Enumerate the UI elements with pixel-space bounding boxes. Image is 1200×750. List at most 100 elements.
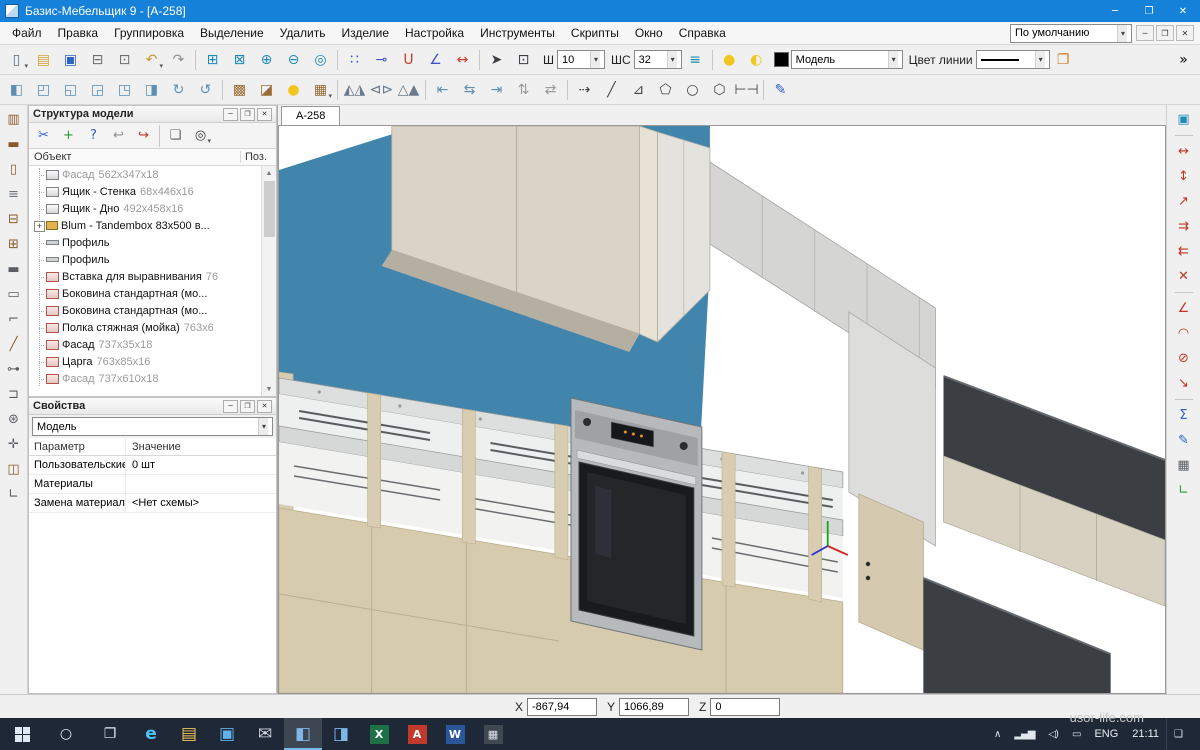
viewport-3d[interactable]	[278, 125, 1166, 694]
mdi-close-button[interactable]: ✕	[1176, 25, 1194, 41]
hardware-tool-icon[interactable]: ⊛	[2, 408, 26, 431]
distribute-vertical-icon[interactable]: ⇅	[511, 78, 536, 102]
select-window-icon[interactable]: ⊡	[511, 48, 536, 72]
minimize-button[interactable]: ─	[1098, 0, 1132, 22]
task-view-icon[interactable]: ❐	[88, 718, 132, 750]
tree-item[interactable]: Вставка для выравнивания 76	[29, 268, 260, 285]
board-tool-icon[interactable]: ▬	[2, 133, 26, 156]
construction-axis-icon[interactable]: ⇢	[572, 78, 597, 102]
view-iso-icon[interactable]: ◳	[112, 78, 137, 102]
bazis-window-icon[interactable]: ◨	[322, 718, 360, 750]
mdi-minimize-button[interactable]: ─	[1136, 25, 1154, 41]
mirror-horizontal-icon[interactable]: ◭◮	[342, 78, 367, 102]
tree-item[interactable]: Blum - Tandembox 83x500 в...	[29, 217, 260, 234]
dim-delete-icon[interactable]: ✕	[1172, 265, 1196, 288]
dock-minimize-button[interactable]: ─	[223, 400, 238, 413]
facade-tool-icon[interactable]: ▯	[2, 158, 26, 181]
swap-icon[interactable]: ⇄	[538, 78, 563, 102]
add-icon[interactable]: +	[57, 125, 80, 147]
menu-window[interactable]: Окно	[627, 24, 671, 42]
snap-angle-icon[interactable]: ∠	[423, 48, 448, 72]
dim-diameter-icon[interactable]: ⊘	[1172, 347, 1196, 370]
visibility-mode-icon[interactable]: ◎	[189, 125, 212, 147]
tree-expand-icon[interactable]	[34, 286, 45, 301]
shelf-tool-icon[interactable]: ≡	[2, 183, 26, 206]
zoom-window-icon[interactable]: ⊠	[227, 48, 252, 72]
expand-branch-icon[interactable]: ↪	[132, 125, 155, 147]
save-icon[interactable]: ▣	[58, 48, 83, 72]
tree-expand-icon[interactable]	[34, 337, 45, 352]
menu-settings[interactable]: Настройка	[397, 24, 472, 42]
render-light-icon[interactable]: ●	[281, 78, 306, 102]
snap-node-icon[interactable]: ⊸	[369, 48, 394, 72]
tree-item[interactable]: Ящик - Дно 492x458x16	[29, 200, 260, 217]
profile-combo[interactable]: По умолчанию	[1010, 24, 1132, 43]
access-icon[interactable]: A	[398, 718, 436, 750]
mirror-vertical-icon[interactable]: ⊲⊳	[369, 78, 394, 102]
menu-tools[interactable]: Инструменты	[472, 24, 563, 42]
tree-expand-icon[interactable]	[34, 201, 45, 216]
axes-icon[interactable]: ∟	[1172, 479, 1196, 502]
find-object-icon[interactable]: ❏	[164, 125, 187, 147]
zoom-fit-icon[interactable]: ⊞	[200, 48, 225, 72]
zoom-previous-icon[interactable]: ◎	[308, 48, 333, 72]
menu-selection[interactable]: Выделение	[192, 24, 272, 42]
tree-expand-icon[interactable]	[34, 269, 45, 284]
snap-magnet-icon[interactable]: U	[396, 48, 421, 72]
menu-grouping[interactable]: Группировка	[106, 24, 192, 42]
draft-pencil-icon[interactable]: ✎	[768, 78, 793, 102]
tree-expand-icon[interactable]	[34, 218, 45, 233]
view-front-icon[interactable]: ◰	[31, 78, 56, 102]
calculator-icon[interactable]: ▦	[474, 718, 512, 750]
excel-icon[interactable]: X	[360, 718, 398, 750]
x-coordinate-input[interactable]	[527, 698, 597, 716]
cut-icon[interactable]: ✂	[32, 125, 55, 147]
maximize-button[interactable]: ❐	[1132, 0, 1166, 22]
notification-center-icon[interactable]: ❑	[1166, 718, 1200, 750]
properties-scope-combo[interactable]: Модель	[32, 417, 273, 436]
menu-delete[interactable]: Удалить	[272, 24, 334, 42]
view-top-icon[interactable]: ◱	[58, 78, 83, 102]
cabinet-tool-icon[interactable]: ⊞	[2, 233, 26, 256]
dim-radius-icon[interactable]: ◠	[1172, 322, 1196, 345]
tree-item[interactable]: Боковина стандартная (мо...	[29, 302, 260, 319]
polygon-icon[interactable]: ⬠	[653, 78, 678, 102]
tree-item[interactable]: Царга 763x85x16	[29, 353, 260, 370]
render-settings-icon[interactable]: ▣	[1172, 108, 1196, 131]
align-left-icon[interactable]: ⇤	[430, 78, 455, 102]
annotate-icon[interactable]: ✎	[1172, 429, 1196, 452]
tree-item[interactable]: Профиль	[29, 234, 260, 251]
menu-file[interactable]: Файл	[4, 24, 50, 42]
rotate-model-icon[interactable]: ↺	[193, 78, 218, 102]
property-row[interactable]: Замена материалов <Нет схемы>	[29, 494, 276, 513]
zoom-out-icon[interactable]: ⊖	[281, 48, 306, 72]
search-icon[interactable]: ○	[44, 718, 88, 750]
tree-scrollbar[interactable]: ▲ ▼	[261, 166, 276, 396]
tree-item[interactable]: Фасад 737x35x18	[29, 336, 260, 353]
new-file-icon[interactable]: ▯	[4, 48, 29, 72]
distribute-horizontal-icon[interactable]: ⇆	[457, 78, 482, 102]
dock-close-button[interactable]: ✕	[257, 108, 272, 121]
explorer-icon[interactable]: ▤	[170, 718, 208, 750]
zoom-in-icon[interactable]: ⊕	[254, 48, 279, 72]
tree-item[interactable]: Полка стяжная (мойка) 763x6	[29, 319, 260, 336]
mdi-restore-button[interactable]: ❐	[1156, 25, 1174, 41]
mail-icon[interactable]: ✉	[246, 718, 284, 750]
line-style-combo[interactable]	[976, 50, 1050, 69]
sum-icon[interactable]: Σ	[1172, 404, 1196, 427]
tree-item[interactable]: Ящик - Стенка 68x446x16	[29, 183, 260, 200]
view-side-icon[interactable]: ◲	[85, 78, 110, 102]
rail-tool-icon[interactable]: ╱	[2, 333, 26, 356]
dock-float-button[interactable]: ❐	[240, 400, 255, 413]
rotate-view-icon[interactable]: ↻	[166, 78, 191, 102]
hexagon-icon[interactable]: ⬡	[707, 78, 732, 102]
document-tab[interactable]: A-258	[281, 106, 340, 125]
open-folder-icon[interactable]: ▤	[31, 48, 56, 72]
dim-chain-icon[interactable]: ⇉	[1172, 215, 1196, 238]
tree-expand-icon[interactable]	[34, 320, 45, 335]
tree-expand-icon[interactable]	[34, 252, 45, 267]
plinth-tool-icon[interactable]: ▭	[2, 283, 26, 306]
tree-expand-icon[interactable]	[34, 303, 45, 318]
profile-tool-icon[interactable]: ⌐	[2, 308, 26, 331]
tree-item[interactable]: Профиль	[29, 251, 260, 268]
